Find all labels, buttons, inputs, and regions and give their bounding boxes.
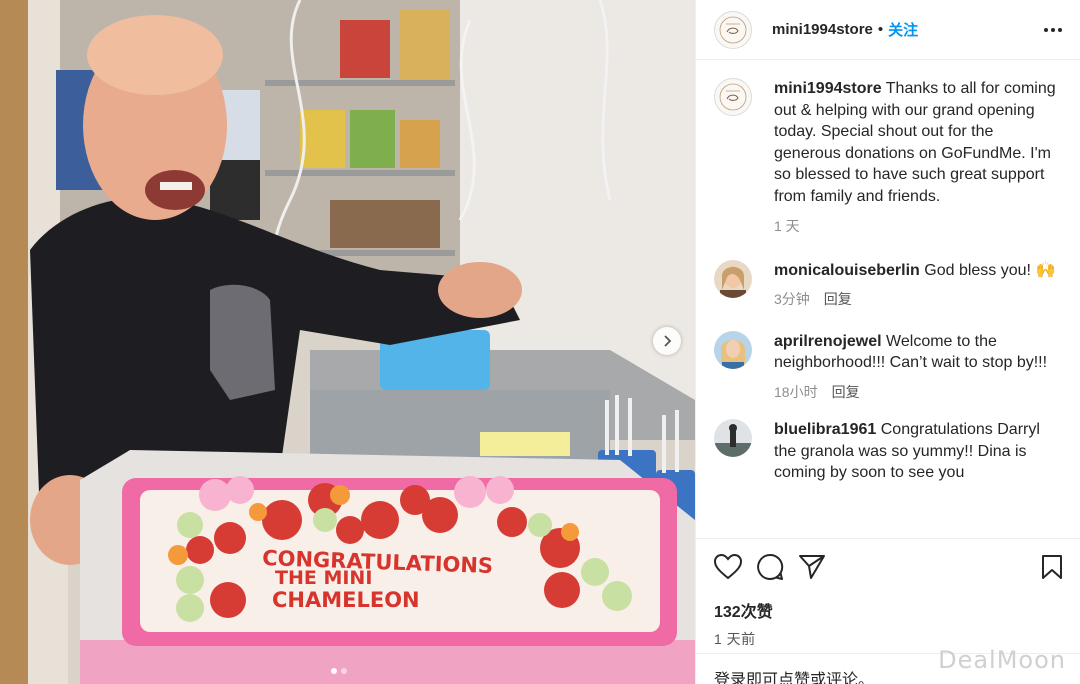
post-photo: CONGRATULATIONS THE MINI CHAMELEON <box>0 0 695 684</box>
caption-time[interactable]: 1 天 <box>774 216 800 238</box>
comment-username[interactable]: bluelibra1961 <box>774 421 876 438</box>
heart-icon <box>714 554 742 580</box>
caption-username[interactable]: mini1994store <box>774 80 882 97</box>
login-link[interactable]: 登录 <box>714 672 746 684</box>
like-button[interactable] <box>714 554 742 580</box>
comment-item: bluelibra1961 Congratulations Darryl the… <box>714 419 1063 484</box>
avatar-image <box>714 419 752 457</box>
share-icon <box>799 555 825 579</box>
store-avatar[interactable] <box>714 10 752 49</box>
carousel-dot-2 <box>341 668 347 674</box>
comment-item: aprilrenojewel Welcome to the neighborho… <box>714 330 1063 404</box>
reply-button[interactable]: 回复 <box>824 289 852 311</box>
login-prompt-text: 即可点赞或评论。 <box>746 672 875 684</box>
header-bullet: • <box>877 21 884 38</box>
header-username[interactable]: mini1994store <box>772 21 873 38</box>
bookmark-icon <box>1042 555 1062 579</box>
avatar-image <box>714 259 752 298</box>
comment-time[interactable]: 18小时 <box>774 382 818 404</box>
post-header: mini1994store • 关注 <box>696 0 1080 60</box>
avatar-image <box>714 330 752 369</box>
carousel-next-button[interactable] <box>653 327 681 355</box>
chevron-right-icon <box>664 335 672 347</box>
commenter-avatar[interactable] <box>714 419 752 457</box>
comment-icon <box>757 553 784 580</box>
carousel-dots <box>331 668 347 674</box>
post-side-panel: mini1994store • 关注 mini1994store Thanks … <box>695 0 1080 684</box>
comments-list[interactable]: mini1994store Thanks to all for coming o… <box>696 60 1080 538</box>
caption-avatar[interactable] <box>714 78 752 116</box>
cake-line-3: CHAMELEON <box>272 588 420 612</box>
comment-text: God bless you! 🙌 <box>924 261 1056 279</box>
commenter-avatar[interactable] <box>714 259 752 298</box>
carousel-dot-1 <box>331 668 337 674</box>
likes-count[interactable]: 132次赞 <box>714 598 1063 622</box>
post-media[interactable]: CONGRATULATIONS THE MINI CHAMELEON <box>0 0 695 684</box>
follow-button[interactable]: 关注 <box>888 19 918 40</box>
store-logo-icon <box>719 83 747 111</box>
more-options-button[interactable] <box>1044 27 1062 32</box>
comment-button[interactable] <box>756 553 784 581</box>
reply-button[interactable]: 回复 <box>832 382 860 404</box>
watermark: DealMoon <box>938 646 1066 674</box>
post-actions: 132次赞 1 天前 <box>696 538 1080 649</box>
caption-text: Thanks to all for coming out & helping w… <box>774 80 1056 205</box>
comment-username[interactable]: aprilrenojewel <box>774 333 882 350</box>
save-button[interactable] <box>1041 554 1063 580</box>
commenter-avatar[interactable] <box>714 330 752 369</box>
store-logo-icon <box>719 16 747 43</box>
more-icon <box>1044 27 1062 32</box>
comment-username[interactable]: monicalouiseberlin <box>774 262 920 279</box>
post-caption: mini1994store Thanks to all for coming o… <box>714 78 1063 238</box>
comment-item: monicalouiseberlin God bless you! 🙌 3分钟 … <box>714 259 1063 311</box>
cake-line-2: THE MINI <box>275 567 372 589</box>
comment-time[interactable]: 3分钟 <box>774 289 810 311</box>
share-button[interactable] <box>798 554 826 580</box>
